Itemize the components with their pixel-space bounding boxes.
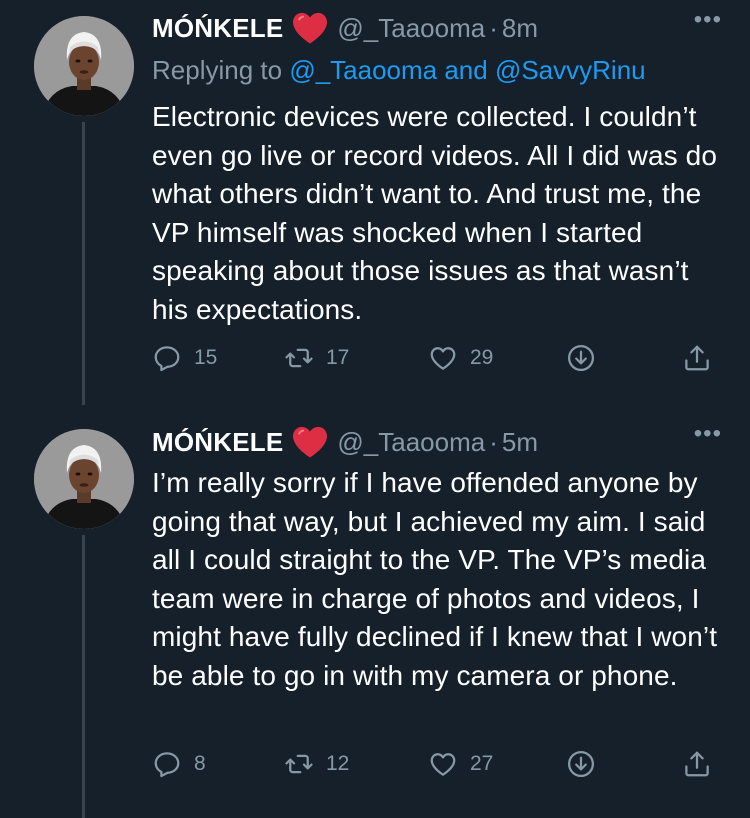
share-icon — [682, 749, 712, 779]
like-count: 27 — [470, 752, 494, 775]
tweet-text: I’m really sorry if I have offended anyo… — [152, 467, 718, 691]
retweet-count: 17 — [326, 346, 350, 369]
separator-dot: · — [489, 12, 498, 43]
timestamp[interactable]: 5m — [502, 427, 538, 458]
avatar[interactable] — [34, 16, 134, 116]
tweet-2[interactable]: MÓŃKELE @_Taaooma · 5m ••• I’m really so… — [0, 405, 750, 818]
replying-to: Replying to @_Taaooma and @SavvyRinu — [152, 50, 722, 90]
share-button[interactable] — [682, 338, 712, 378]
reply-icon — [152, 749, 182, 779]
tweet-header: MÓŃKELE @_Taaooma · 8m ••• — [152, 6, 722, 50]
retweet-icon — [284, 343, 314, 373]
like-button[interactable]: 27 — [428, 744, 493, 784]
separator-dot: · — [489, 426, 498, 457]
author-name[interactable]: MÓŃKELE — [152, 13, 283, 44]
download-icon — [566, 343, 596, 373]
reply-count: 8 — [194, 752, 206, 775]
retweet-button[interactable]: 17 — [284, 338, 349, 378]
replying-prefix: Replying to — [152, 55, 283, 85]
download-button[interactable] — [566, 338, 596, 378]
reply-button[interactable]: 8 — [152, 744, 206, 784]
author-handle[interactable]: @_Taaooma — [337, 427, 485, 458]
share-icon — [682, 343, 712, 373]
download-icon — [566, 749, 596, 779]
thread-line — [82, 122, 85, 405]
tweet-1[interactable]: MÓŃKELE @_Taaooma · 8m ••• Replying to @… — [0, 0, 750, 405]
thread-line — [82, 535, 85, 818]
reply-icon — [152, 343, 182, 373]
action-bar: 8 12 27 — [152, 744, 722, 784]
more-options-button[interactable]: ••• — [694, 6, 722, 34]
reply-count: 15 — [194, 346, 218, 369]
action-bar: 15 17 29 — [152, 338, 722, 378]
retweet-count: 12 — [326, 752, 350, 775]
like-icon — [428, 343, 458, 373]
tweet-header: MÓŃKELE @_Taaooma · 5m ••• — [152, 420, 722, 464]
like-button[interactable]: 29 — [428, 338, 493, 378]
share-button[interactable] — [682, 744, 712, 784]
reply-button[interactable]: 15 — [152, 338, 217, 378]
download-button[interactable] — [566, 744, 596, 784]
retweet-button[interactable]: 12 — [284, 744, 349, 784]
author-name[interactable]: MÓŃKELE — [152, 427, 283, 458]
avatar-image — [34, 429, 134, 529]
red-heart-emoji-icon — [291, 425, 329, 459]
avatar-image — [34, 16, 134, 116]
retweet-icon — [284, 749, 314, 779]
replying-mentions-link[interactable]: @_Taaooma and @SavvyRinu — [289, 55, 645, 85]
like-icon — [428, 749, 458, 779]
timestamp[interactable]: 8m — [502, 13, 538, 44]
red-heart-emoji-icon — [291, 11, 329, 45]
like-count: 29 — [470, 346, 494, 369]
tweet-text: Electronic devices were collected. I cou… — [152, 101, 718, 325]
avatar[interactable] — [34, 429, 134, 529]
more-options-button[interactable]: ••• — [694, 420, 722, 448]
author-handle[interactable]: @_Taaooma — [337, 13, 485, 44]
